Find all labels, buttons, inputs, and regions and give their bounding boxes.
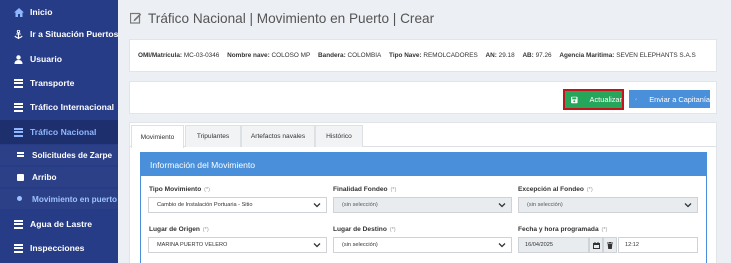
check-icon xyxy=(635,98,638,100)
main-content: Tráfico Nacional | Movimiento en Puerto … xyxy=(118,0,731,263)
select-value: (sin selección) xyxy=(342,242,378,248)
tab-tripulantes[interactable]: Tripulantes xyxy=(185,125,241,147)
list-icon xyxy=(17,151,24,159)
sidebar-item-trafico-nacional[interactable]: Tráfico Nacional xyxy=(0,120,118,144)
save-icon xyxy=(571,96,578,103)
sidebar-item-label: Transporte xyxy=(30,78,75,88)
sidebar-subitem-movimiento-puerto[interactable]: Movimiento en puerto xyxy=(0,189,118,209)
chevron-down-icon xyxy=(498,243,506,248)
sidebar-item-transporte[interactable]: Transporte xyxy=(0,71,118,95)
square-icon xyxy=(17,173,24,181)
select-value: MARINA PUERTO VELERO xyxy=(157,242,228,248)
sidebar-item-usuario[interactable]: Usuario xyxy=(0,47,118,71)
section-title: Información del Movimiento xyxy=(141,153,706,176)
select-value: Cambio de Instalación Portuaria - Sitio xyxy=(157,202,253,208)
calendar-icon xyxy=(592,241,600,249)
actions-bar: Actualizar Enviar a Capitanía xyxy=(129,81,717,114)
sidebar-subitem-label: Solicitudes de Zarpe xyxy=(32,150,113,160)
sidebar-subitem-solicitudes-zarpe[interactable]: Solicitudes de Zarpe xyxy=(0,145,118,165)
sidebar-item-label: Ir a Situación Puertos xyxy=(30,29,119,39)
send-to-capitania-button[interactable]: Enviar a Capitanía xyxy=(629,90,710,108)
sidebar-item-inspecciones[interactable]: Inspecciones xyxy=(0,236,118,260)
tipo-movimiento-label: Tipo Movimiento (*) xyxy=(149,186,211,193)
form-card: Movimiento Tripulantes Artefactos navale… xyxy=(129,122,717,263)
select-value: (sin selección) xyxy=(527,202,563,208)
edit-icon xyxy=(130,12,142,24)
hora-input[interactable]: 12:12 xyxy=(618,237,698,253)
user-icon xyxy=(14,54,23,64)
page-title: Tráfico Nacional | Movimiento en Puerto … xyxy=(148,10,435,26)
chevron-down-icon xyxy=(684,203,692,208)
trash-icon xyxy=(607,241,613,249)
anchor-icon xyxy=(14,29,23,39)
home-icon xyxy=(14,7,24,17)
sidebar-item-agua-lastre[interactable]: Agua de Lastre xyxy=(0,212,118,236)
chevron-down-icon xyxy=(498,203,506,208)
lugar-destino-select[interactable]: (sin selección) xyxy=(333,237,512,253)
list-icon xyxy=(14,102,23,112)
send-button-label: Enviar a Capitanía xyxy=(649,94,710,104)
fecha-hora-label: Fecha y hora programada (*) xyxy=(518,226,608,233)
list-icon xyxy=(14,78,23,88)
chevron-down-icon xyxy=(313,243,321,248)
vessel-summary: OMI/Matrícula: MC-03-0346 Nombre nave: C… xyxy=(129,39,717,72)
lugar-origen-label: Lugar de Origen (*) xyxy=(149,226,209,233)
chevron-down-icon xyxy=(313,203,321,208)
page-header: Tráfico Nacional | Movimiento en Puerto … xyxy=(130,9,434,27)
tipo-movimiento-select[interactable]: Cambio de Instalación Portuaria - Sitio xyxy=(148,197,327,213)
sidebar-item-label: Tráfico Internacional xyxy=(30,102,115,112)
fecha-input[interactable]: 16/04/2025 xyxy=(518,237,589,253)
sidebar-item-label: Inicio xyxy=(30,7,53,17)
sidebar-subitem-label: Movimiento en puerto xyxy=(32,194,118,204)
sidebar: Inicio Ir a Situación Puertos Usuario Tr… xyxy=(0,0,118,263)
update-button-label: Actualizar xyxy=(589,95,622,104)
tab-artefactos-navales[interactable]: Artefactos navales xyxy=(241,125,315,147)
tab-historico[interactable]: Histórico xyxy=(315,125,363,147)
lugar-origen-select[interactable]: MARINA PUERTO VELERO xyxy=(148,237,327,253)
list-icon xyxy=(14,219,23,229)
select-value: (sin selección) xyxy=(342,202,378,208)
sidebar-item-label: Agua de Lastre xyxy=(30,219,93,229)
sidebar-subitem-arribo[interactable]: Arribo xyxy=(0,167,118,187)
list-icon xyxy=(14,127,23,137)
sidebar-item-label: Inspecciones xyxy=(30,243,85,253)
sidebar-item-inicio[interactable]: Inicio xyxy=(0,0,118,24)
sidebar-subitem-label: Arribo xyxy=(32,172,57,182)
lugar-destino-label: Lugar de Destino (*) xyxy=(333,226,396,233)
calendar-button[interactable] xyxy=(589,237,603,253)
movement-info-section: Información del Movimiento Tipo Movimien… xyxy=(140,152,707,263)
clear-date-button[interactable] xyxy=(603,237,617,253)
update-button[interactable]: Actualizar xyxy=(563,89,624,110)
tab-movimiento[interactable]: Movimiento xyxy=(131,125,184,148)
tab-bar: Movimiento Tripulantes Artefactos navale… xyxy=(130,125,716,148)
summary-line: OMI/Matrícula: MC-03-0346 Nombre nave: C… xyxy=(138,52,696,59)
excepcion-fondeo-label: Excepción al Fondeo (*) xyxy=(518,186,593,193)
sidebar-item-trafico-internacional[interactable]: Tráfico Internacional xyxy=(0,95,118,119)
sidebar-item-situacion-puertos[interactable]: Ir a Situación Puertos xyxy=(0,22,118,46)
finalidad-fondeo-select[interactable]: (sin selección) xyxy=(333,197,512,213)
sidebar-item-label: Tráfico Nacional xyxy=(30,127,97,137)
finalidad-fondeo-label: Finalidad Fondeo (*) xyxy=(333,186,397,193)
sidebar-item-label: Usuario xyxy=(30,54,62,64)
excepcion-fondeo-select[interactable]: (sin selección) xyxy=(518,197,698,213)
list-icon xyxy=(14,243,23,253)
dot-icon xyxy=(17,195,24,203)
